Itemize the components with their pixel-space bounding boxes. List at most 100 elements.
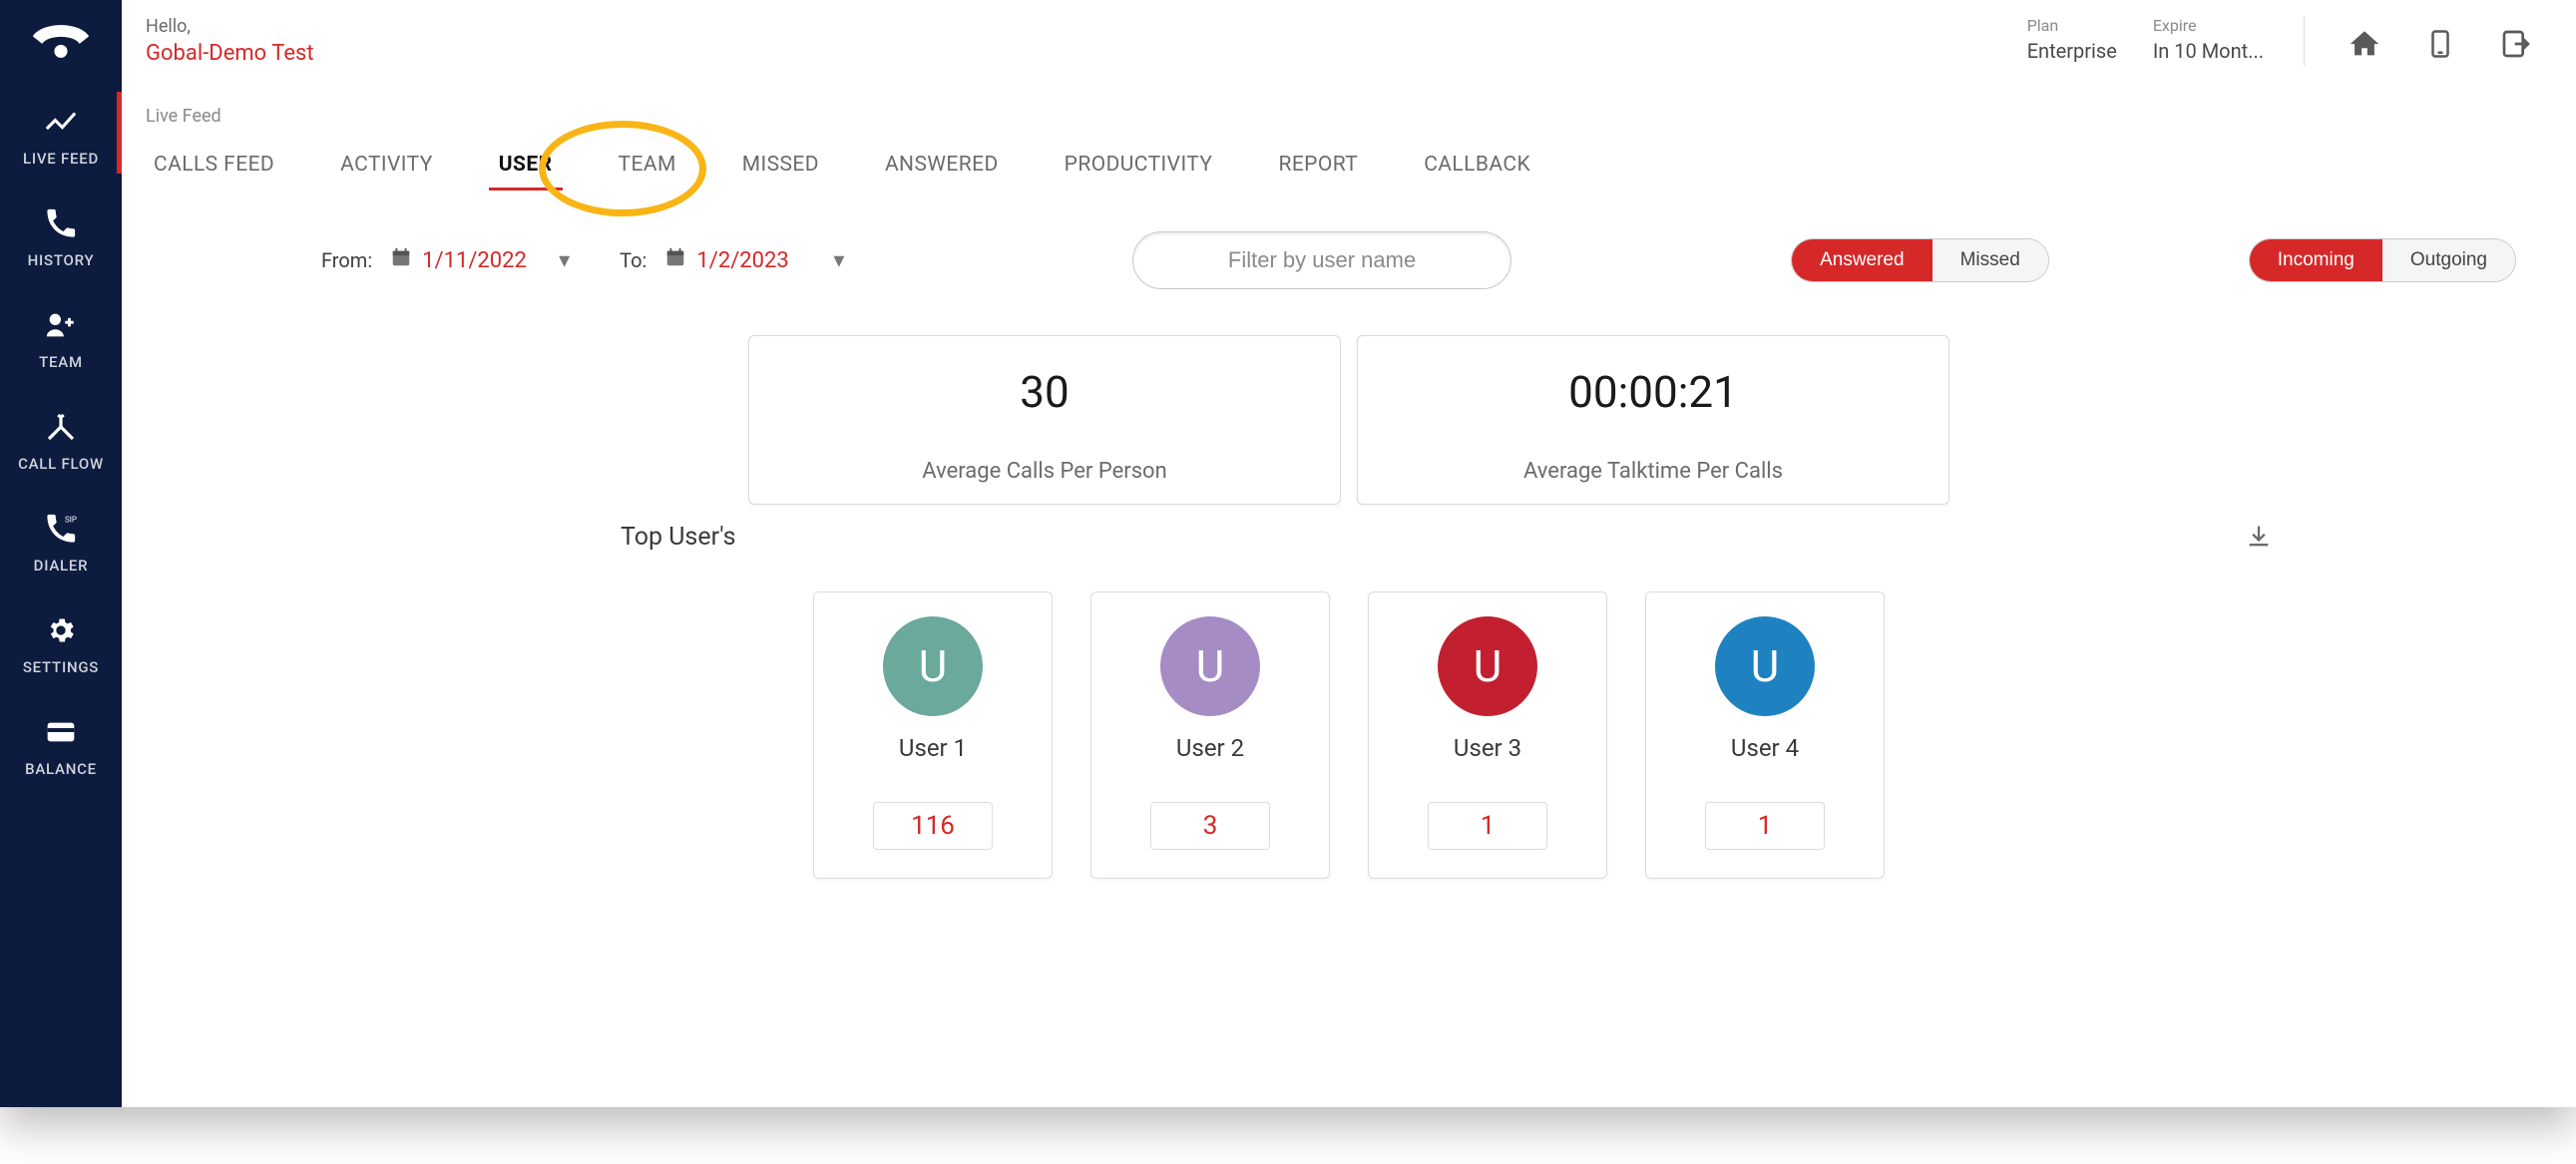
tab-callback[interactable]: CALLBACK [1420, 141, 1534, 194]
toggle-groups: Answered Missed Incoming Outgoing [1791, 238, 2516, 282]
date-to-group: To: 1/2/2023 ▾ [620, 239, 854, 281]
answered-toggle-button[interactable]: Answered [1792, 239, 1932, 281]
greeting: Hello, Gobal-Demo Test [146, 16, 314, 66]
expire-value: In 10 Mont... [2153, 39, 2264, 63]
metric-label: Average Talktime Per Calls [1523, 459, 1783, 484]
tab-answered[interactable]: ANSWERED [881, 141, 1003, 194]
plan-value: Enterprise [2027, 39, 2117, 63]
tab-productivity[interactable]: PRODUCTIVITY [1061, 141, 1217, 194]
metric-cards: 30 Average Calls Per Person 00:00:21 Ave… [122, 335, 2576, 505]
sidebar-item-settings[interactable]: SETTINGS [0, 590, 122, 692]
metric-avg-calls: 30 Average Calls Per Person [748, 335, 1341, 505]
tab-calls-feed[interactable]: CALLS FEED [150, 141, 278, 194]
sidebar-item-label: TEAM [39, 353, 83, 371]
sidebar-item-history[interactable]: HISTORY [0, 184, 122, 285]
user-search-input[interactable] [1133, 247, 1510, 273]
to-label: To: [620, 248, 646, 272]
missed-toggle-button[interactable]: Missed [1932, 239, 2048, 281]
expire-label: Expire [2153, 16, 2264, 35]
greeting-hello: Hello, [146, 16, 314, 37]
user-name: User 3 [1454, 734, 1521, 762]
live-feed-icon [43, 104, 79, 140]
answered-missed-toggle: Answered Missed [1791, 238, 2049, 282]
calendar-icon [390, 246, 412, 274]
download-icon[interactable] [2241, 519, 2277, 555]
card-icon [43, 714, 79, 750]
sidebar-item-label: CALL FLOW [18, 455, 104, 473]
sidebar-item-label: LIVE FEED [23, 150, 99, 168]
top-users-title: Top User's [621, 523, 736, 552]
sidebar-item-live-feed[interactable]: LIVE FEED [0, 82, 122, 184]
user-search[interactable] [1132, 231, 1511, 289]
filter-bar: From: 1/11/2022 ▾ To: 1/2/2023 ▾ [122, 195, 2576, 289]
top-users-section: Top User's U User 1 116 U User 2 3 U [122, 523, 2576, 879]
sidebar-item-label: SETTINGS [23, 658, 99, 676]
user-name: User 2 [1176, 734, 1244, 762]
metric-label: Average Calls Per Person [922, 459, 1167, 484]
main-content: Hello, Gobal-Demo Test Plan Enterprise E… [122, 0, 2576, 1107]
user-cards: U User 1 116 U User 2 3 U User 3 1 U Use… [481, 591, 2217, 879]
user-name: User 1 [899, 734, 967, 762]
tab-missed[interactable]: MISSED [738, 141, 823, 194]
incoming-toggle-button[interactable]: Incoming [2250, 239, 2382, 281]
user-card[interactable]: U User 4 1 [1645, 591, 1885, 879]
plan-block: Plan Enterprise [2027, 16, 2117, 63]
sidebar-item-dialer[interactable]: SIP DIALER [0, 489, 122, 590]
from-date-input[interactable]: 1/11/2022 ▾ [380, 239, 580, 281]
home-icon[interactable] [2345, 24, 2384, 64]
mobile-icon[interactable] [2420, 24, 2460, 64]
avatar: U [1160, 616, 1260, 716]
greeting-org: Gobal-Demo Test [146, 41, 314, 66]
svg-text:SIP: SIP [65, 515, 77, 524]
calendar-icon [664, 246, 686, 274]
from-date-value: 1/11/2022 [422, 248, 527, 273]
user-card[interactable]: U User 1 116 [813, 591, 1053, 879]
user-count: 1 [1428, 802, 1547, 850]
avatar: U [883, 616, 983, 716]
sidebar-item-label: HISTORY [28, 251, 95, 269]
expire-block: Expire In 10 Mont... [2153, 16, 2264, 63]
sidebar-item-label: DIALER [34, 557, 89, 575]
metric-value: 30 [1020, 366, 1069, 418]
sidebar-item-balance[interactable]: BALANCE [0, 692, 122, 794]
user-card[interactable]: U User 2 3 [1090, 591, 1330, 879]
tab-user[interactable]: USER [495, 141, 557, 194]
avatar: U [1438, 616, 1537, 716]
incoming-outgoing-toggle: Incoming Outgoing [2249, 238, 2516, 282]
metric-value: 00:00:21 [1568, 366, 1738, 418]
logout-icon[interactable] [2496, 24, 2536, 64]
sidebar: LIVE FEED HISTORY TEAM CALL FLOW SIP DIA… [0, 0, 122, 1107]
team-icon [43, 307, 79, 343]
outgoing-toggle-button[interactable]: Outgoing [2382, 239, 2515, 281]
chevron-down-icon: ▾ [833, 248, 844, 273]
phone-icon [43, 205, 79, 241]
tab-team[interactable]: TEAM [615, 141, 680, 194]
user-count: 1 [1705, 802, 1825, 850]
user-card[interactable]: U User 3 1 [1368, 591, 1607, 879]
metric-avg-talktime: 00:00:21 Average Talktime Per Calls [1357, 335, 1949, 505]
tab-bar: CALLS FEED ACTIVITY USER TEAM MISSED ANS… [122, 127, 2576, 195]
app-root: LIVE FEED HISTORY TEAM CALL FLOW SIP DIA… [0, 0, 2576, 1107]
sidebar-item-call-flow[interactable]: CALL FLOW [0, 387, 122, 489]
header-divider [2304, 16, 2305, 66]
avatar: U [1715, 616, 1815, 716]
top-users-header: Top User's [481, 523, 2217, 552]
user-count: 3 [1150, 802, 1270, 850]
dialer-icon: SIP [43, 511, 79, 547]
user-count: 116 [873, 802, 993, 850]
app-logo [31, 20, 91, 64]
call-flow-icon [43, 409, 79, 445]
sidebar-item-label: BALANCE [25, 760, 97, 778]
user-name: User 4 [1731, 734, 1799, 762]
plan-label: Plan [2027, 16, 2117, 35]
chevron-down-icon: ▾ [559, 248, 570, 273]
gear-icon [43, 612, 79, 648]
to-date-input[interactable]: 1/2/2023 ▾ [654, 239, 854, 281]
from-label: From: [321, 248, 372, 272]
section-label: Live Feed [122, 66, 2576, 127]
header: Hello, Gobal-Demo Test Plan Enterprise E… [122, 0, 2576, 66]
tab-report[interactable]: REPORT [1274, 141, 1362, 194]
tab-activity[interactable]: ACTIVITY [336, 141, 437, 194]
header-right: Plan Enterprise Expire In 10 Mont... [2027, 16, 2536, 66]
sidebar-item-team[interactable]: TEAM [0, 285, 122, 387]
